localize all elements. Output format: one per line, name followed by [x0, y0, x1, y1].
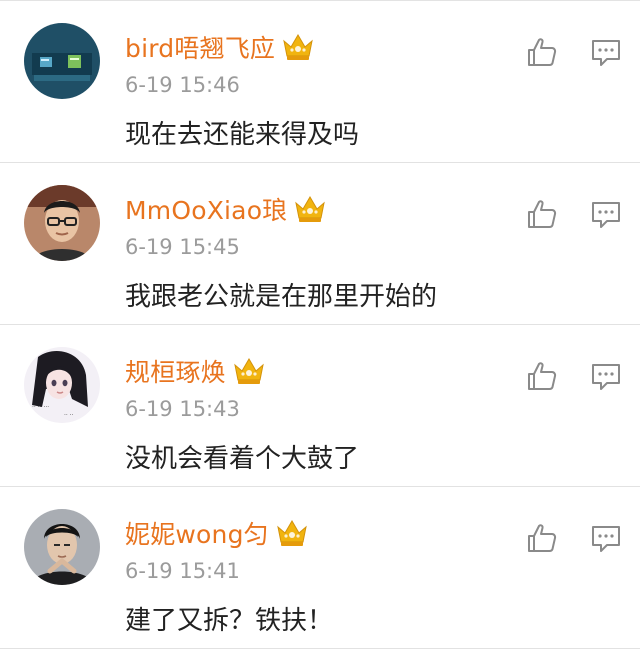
thumbs-up-icon[interactable] — [526, 522, 558, 554]
username[interactable]: bird唔翘飞应 — [125, 29, 275, 65]
comment-time: 6-19 15:43 — [125, 397, 240, 421]
comment-icon[interactable] — [591, 201, 621, 229]
username-row: 妮妮wong匀 — [125, 516, 309, 550]
username-row: MmOoXiao琅 — [125, 192, 327, 226]
thumbs-up-icon[interactable] — [526, 360, 558, 392]
comment-text: 没机会看着个大鼓了 — [125, 444, 360, 474]
avatar[interactable] — [24, 23, 100, 99]
comment-icon[interactable] — [591, 39, 621, 67]
comment-icon[interactable] — [591, 525, 621, 553]
crown-icon — [293, 194, 327, 224]
avatar[interactable] — [24, 185, 100, 261]
thumbs-up-icon[interactable] — [526, 198, 558, 230]
avatar[interactable]: ·· ·· ··· ·· ·· — [24, 347, 100, 423]
svg-text:·· ·· ···: ·· ·· ··· — [32, 404, 49, 411]
comment-item: MmOoXiao琅 6-19 15:45 我跟老公就是在那里开始的 — [0, 163, 640, 325]
comment-item: 妮妮wong匀 6-19 15:41 建了又拆？铁扶！ — [0, 487, 640, 649]
avatar[interactable] — [24, 509, 100, 585]
crown-icon — [232, 356, 266, 386]
crown-icon — [281, 32, 315, 62]
username-row: bird唔翘飞应 — [125, 30, 315, 64]
username[interactable]: MmOoXiao琅 — [125, 191, 287, 227]
comment-time: 6-19 15:45 — [125, 235, 240, 259]
username[interactable]: 妮妮wong匀 — [125, 515, 269, 551]
crown-icon — [275, 518, 309, 548]
comment-item: bird唔翘飞应 6-19 15:46 现在去还能来得及吗 — [0, 1, 640, 163]
comment-time: 6-19 15:41 — [125, 559, 240, 583]
username[interactable]: 规桓琢焕 — [125, 353, 226, 389]
svg-text:·· ··: ·· ·· — [64, 412, 74, 419]
comment-text: 现在去还能来得及吗 — [125, 120, 360, 150]
username-row: 规桓琢焕 — [125, 354, 266, 388]
comment-icon[interactable] — [591, 363, 621, 391]
comment-item: ·· ·· ··· ·· ·· 规桓琢焕 6-19 15:43 没机会看着个大鼓… — [0, 325, 640, 487]
thumbs-up-icon[interactable] — [526, 36, 558, 68]
comment-list: bird唔翘飞应 6-19 15:46 现在去还能来得及吗 MmOoXiao琅 … — [0, 0, 640, 657]
comment-text: 我跟老公就是在那里开始的 — [125, 282, 438, 312]
comment-time: 6-19 15:46 — [125, 73, 240, 97]
comment-text: 建了又拆？铁扶！ — [125, 606, 334, 636]
